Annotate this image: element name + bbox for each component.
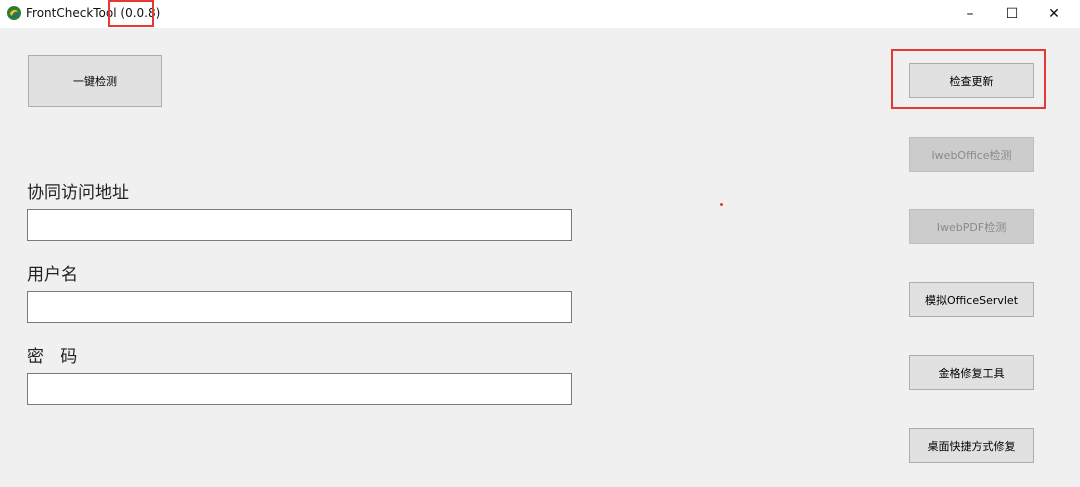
iwebpdf-check-button[interactable]: IwebPDF检测 xyxy=(909,209,1034,244)
password-label: 密 码 xyxy=(27,347,78,367)
minimize-icon: – xyxy=(966,6,974,22)
username-label: 用户名 xyxy=(27,265,78,285)
username-input[interactable] xyxy=(27,291,572,323)
iweboffice-check-button[interactable]: IwebOffice检测 xyxy=(909,137,1034,172)
address-label: 协同访问地址 xyxy=(27,183,129,203)
check-update-button[interactable]: 检查更新 xyxy=(909,63,1034,98)
password-input[interactable] xyxy=(27,373,572,405)
maximize-button[interactable]: ☐ xyxy=(992,0,1032,28)
simulate-officeservlet-button[interactable]: 模拟OfficeServlet xyxy=(909,282,1034,317)
one-click-check-button[interactable]: 一键检测 xyxy=(28,55,162,107)
title-bar: FrontCheckTool (0.0.8) – ☐ ✕ xyxy=(0,0,1080,28)
app-name: FrontCheckTool xyxy=(26,6,117,20)
jinge-repair-button[interactable]: 金格修复工具 xyxy=(909,355,1034,390)
desktop-shortcut-repair-button[interactable]: 桌面快捷方式修复 xyxy=(909,428,1034,463)
close-button[interactable]: ✕ xyxy=(1034,0,1074,28)
close-icon: ✕ xyxy=(1048,6,1060,22)
maximize-icon: ☐ xyxy=(1005,6,1019,22)
app-logo-icon xyxy=(7,6,21,20)
version-highlight xyxy=(108,0,154,27)
minimize-button[interactable]: – xyxy=(950,0,990,28)
address-input[interactable] xyxy=(27,209,572,241)
main-panel: 一键检测 协同访问地址 用户名 密 码 检查更新 IwebOffice检测 Iw… xyxy=(0,28,1080,487)
marker-dot xyxy=(720,203,723,206)
